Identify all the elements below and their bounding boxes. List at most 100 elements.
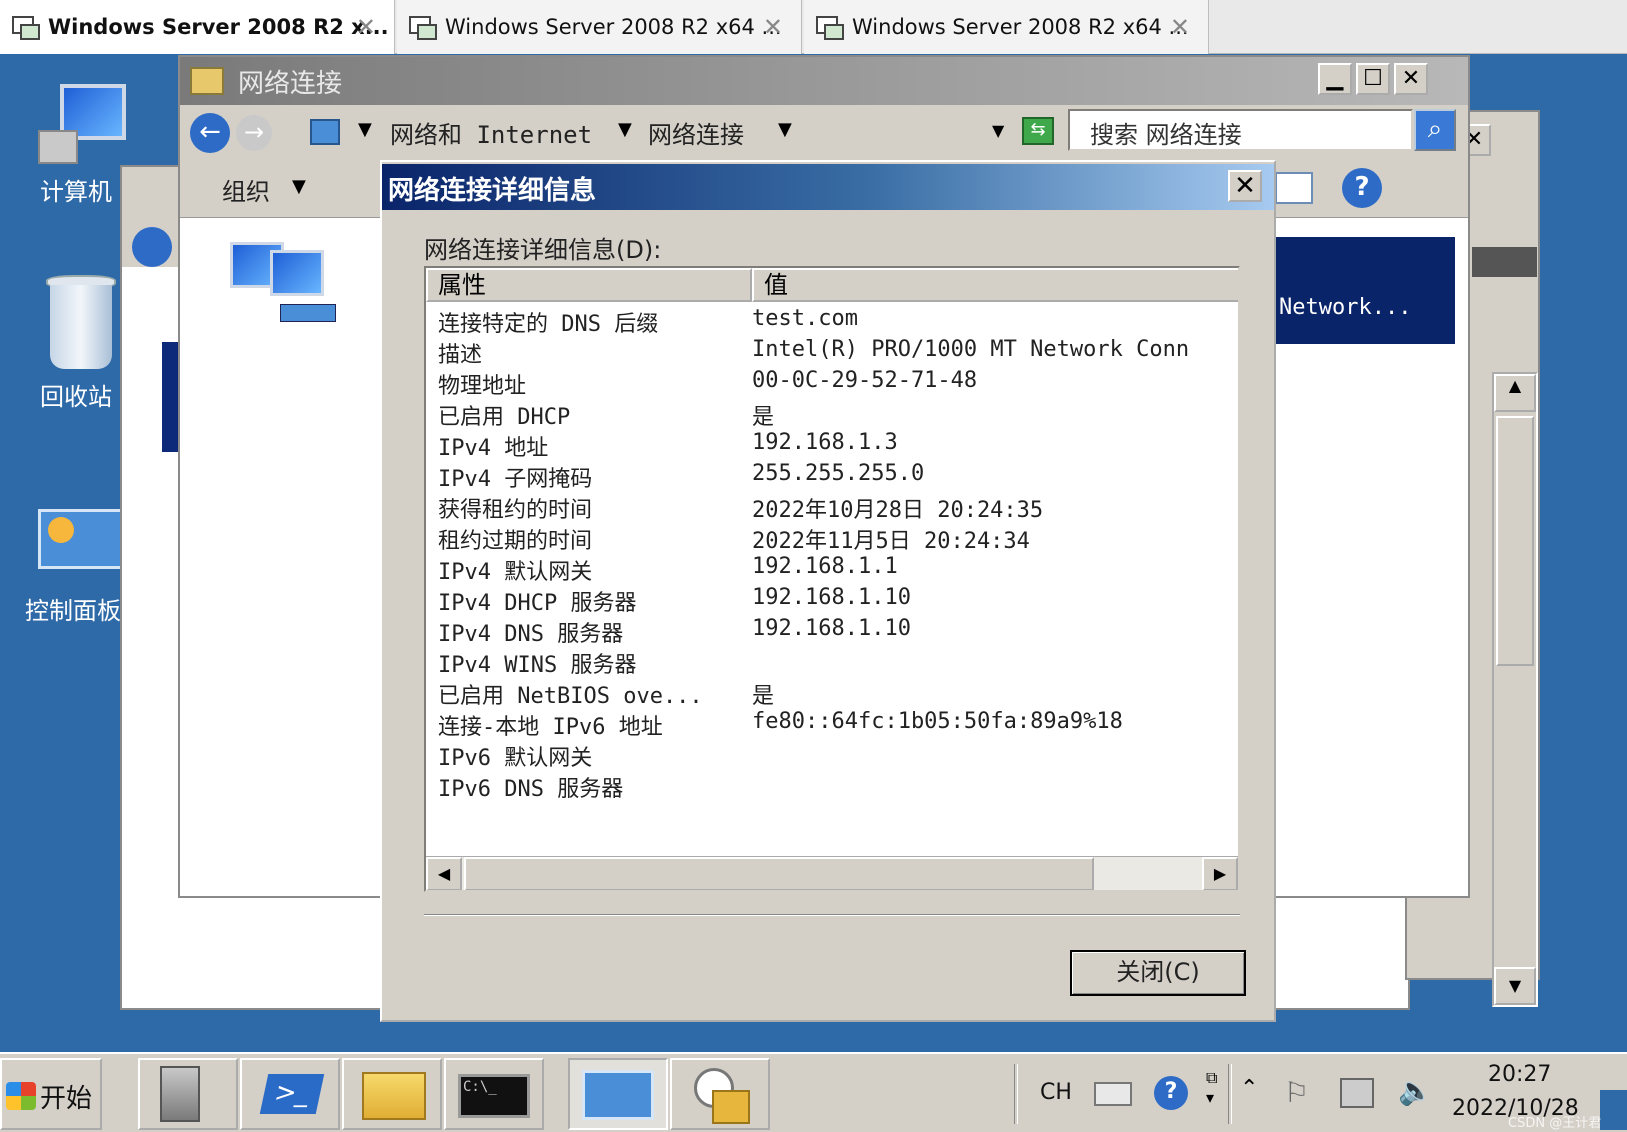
action-center-flag-icon[interactable]: ⚐ [1284, 1076, 1309, 1109]
detail-value: fe80::64fc:1b05:50fa:89a9%18 [752, 709, 1123, 734]
search-icon[interactable]: ⌕ [1414, 109, 1456, 151]
close-icon[interactable]: ✕ [356, 13, 376, 41]
detail-value: 255.255.255.0 [752, 461, 925, 486]
detail-row[interactable]: IPv4 DHCP 服务器 192.168.1.10 [426, 585, 1206, 616]
refresh-icon[interactable]: ⇆ [1022, 117, 1054, 145]
vm-tab-3[interactable]: Windows Server 2008 R2 x64 ... ✕ [804, 0, 1209, 54]
back-icon[interactable] [132, 227, 172, 267]
column-header-property[interactable]: 属性 [426, 268, 752, 302]
keyboard-icon[interactable] [1094, 1082, 1132, 1106]
detail-property: 获得租约的时间 [438, 498, 593, 523]
address-toolbar: ← → ▼ 网络和 Internet ▼ 网络连接 ▼ ▼ ⇆ 搜索 网络连接 … [180, 105, 1468, 160]
tray-options-icon[interactable]: ⧉ ▾ [1206, 1068, 1217, 1107]
close-button[interactable]: ✕ [1228, 170, 1262, 202]
preview-pane-icon[interactable] [1275, 172, 1313, 204]
search-input[interactable]: 搜索 网络连接 [1068, 109, 1413, 151]
separator [424, 914, 1240, 916]
detail-row[interactable]: 租约过期的时间 2022年11月5日 20:24:34 [426, 523, 1206, 554]
vm-tab-label: Windows Server 2008 R2 x64 ... [445, 15, 782, 39]
close-button[interactable]: ✕ [1394, 63, 1428, 95]
scroll-down-icon[interactable]: ▼ [1494, 967, 1536, 1005]
back-icon[interactable]: ← [190, 113, 230, 153]
history-dropdown-icon[interactable]: ▼ [992, 121, 1004, 140]
scroll-up-icon[interactable]: ▲ [1494, 374, 1536, 412]
detail-row[interactable]: 连接特定的 DNS 后缀 test.com [426, 306, 1206, 337]
language-indicator[interactable]: CH [1040, 1080, 1072, 1105]
tray-separator [1014, 1064, 1018, 1124]
help-icon[interactable]: ? [1342, 168, 1382, 208]
vertical-scrollbar[interactable]: ▲ ▼ [1492, 372, 1538, 1007]
breadcrumb-network-internet[interactable]: 网络和 Internet [390, 115, 592, 150]
list-header: 属性 值 [426, 268, 1238, 302]
close-icon[interactable]: ✕ [1170, 13, 1190, 41]
detail-row[interactable]: 已启用 DHCP 是 [426, 399, 1206, 430]
detail-row[interactable]: IPv6 DNS 服务器 [426, 771, 1206, 802]
control-panel-button[interactable] [568, 1058, 668, 1130]
help-icon[interactable]: ? [1154, 1076, 1188, 1110]
close-icon[interactable]: ✕ [763, 13, 783, 41]
dialog-title: 网络连接详细信息 [388, 176, 597, 206]
column-header-value[interactable]: 值 [752, 268, 1238, 302]
detail-row[interactable]: IPv4 WINS 服务器 [426, 647, 1206, 678]
adapter-icon[interactable] [230, 242, 340, 332]
detail-property: 连接特定的 DNS 后缀 [438, 312, 659, 337]
chevron-down-icon[interactable]: ▼ [778, 119, 792, 140]
detail-property: 连接-本地 IPv6 地址 [438, 715, 663, 740]
detail-value: 2022年10月28日 20:24:35 [752, 498, 1044, 523]
vm-icon [814, 12, 844, 42]
server-manager-button[interactable] [138, 1058, 238, 1130]
forward-icon[interactable]: → [236, 115, 272, 151]
scroll-left-icon[interactable]: ◀ [426, 857, 462, 890]
detail-value: 192.168.1.10 [752, 585, 911, 610]
detail-property: 已启用 NetBIOS ove... [438, 684, 703, 709]
chevron-down-icon[interactable]: ▼ [292, 176, 306, 197]
detail-row[interactable]: 获得租约的时间 2022年10月28日 20:24:35 [426, 492, 1206, 523]
organize-menu[interactable]: 组织 [222, 172, 270, 207]
detail-property: IPv4 DNS 服务器 [438, 622, 624, 647]
scheduler-base-icon [712, 1090, 750, 1124]
detail-row[interactable]: 描述 Intel(R) PRO/1000 MT Network Conn [426, 337, 1206, 368]
scroll-thumb[interactable] [464, 857, 1094, 890]
detail-property: 描述 [438, 343, 483, 368]
close-dialog-button[interactable]: 关闭(C) [1070, 950, 1246, 996]
detail-row[interactable]: 物理地址 00-0C-29-52-71-48 [426, 368, 1206, 399]
chevron-down-icon[interactable]: ▼ [618, 119, 632, 140]
control-panel-icon [32, 505, 128, 585]
adapter-selected-item[interactable]: Network... [1275, 237, 1455, 344]
detail-value: 是 [752, 684, 775, 709]
detail-row[interactable]: IPv6 默认网关 [426, 740, 1206, 771]
minimize-button[interactable]: ▁ [1318, 63, 1352, 95]
details-list[interactable]: 属性 值 连接特定的 DNS 后缀 test.com 描述 Intel(R) PRO/… [424, 266, 1240, 892]
detail-property: IPv4 默认网关 [438, 560, 593, 585]
detail-row[interactable]: IPv4 DNS 服务器 192.168.1.10 [426, 616, 1206, 647]
details-rows: 连接特定的 DNS 后缀 test.com 描述 Intel(R) PRO/1000 … [426, 306, 1238, 836]
maximize-button[interactable]: ☐ [1356, 63, 1390, 95]
breadcrumb-network-connections[interactable]: 网络连接 [648, 115, 744, 150]
detail-row[interactable]: IPv4 地址 192.168.1.3 [426, 430, 1206, 461]
horizontal-scrollbar[interactable]: ◀ ▶ [426, 856, 1238, 890]
network-warning-icon[interactable] [1340, 1078, 1374, 1108]
detail-property: 已启用 DHCP [438, 405, 571, 430]
scroll-right-icon[interactable]: ▶ [1202, 857, 1238, 890]
explorer-button[interactable] [342, 1058, 442, 1130]
start-button[interactable]: 开始 [0, 1058, 102, 1130]
clock-time[interactable]: 20:27 [1488, 1062, 1551, 1087]
vm-tab-2[interactable]: Windows Server 2008 R2 x64 ... ✕ [397, 0, 802, 54]
show-desktop-button[interactable] [1600, 1090, 1627, 1130]
powershell-button[interactable]: >_ [240, 1058, 340, 1130]
detail-row[interactable]: 连接-本地 IPv6 地址 fe80::64fc:1b05:50fa:89a9%1… [426, 709, 1206, 740]
chevron-down-icon[interactable]: ▼ [358, 119, 372, 140]
task-scheduler-button[interactable] [670, 1058, 770, 1130]
detail-row[interactable]: IPv4 子网掩码 255.255.255.0 [426, 461, 1206, 492]
volume-muted-icon[interactable]: 🔈 [1398, 1074, 1433, 1107]
scroll-thumb[interactable] [1496, 416, 1534, 666]
header-bar [1472, 247, 1537, 277]
vm-tab-1[interactable]: Windows Server 2008 R2 x... ✕ [0, 0, 395, 54]
detail-property: IPv6 默认网关 [438, 746, 593, 771]
detail-row[interactable]: IPv4 默认网关 192.168.1.1 [426, 554, 1206, 585]
show-hidden-icons-icon[interactable]: ⌃ [1240, 1076, 1258, 1101]
detail-row[interactable]: 已启用 NetBIOS ove... 是 [426, 678, 1206, 709]
detail-property: IPv6 DNS 服务器 [438, 777, 624, 802]
recycle-bin-icon [40, 275, 120, 371]
cmd-button[interactable]: C:\_ [444, 1058, 544, 1130]
